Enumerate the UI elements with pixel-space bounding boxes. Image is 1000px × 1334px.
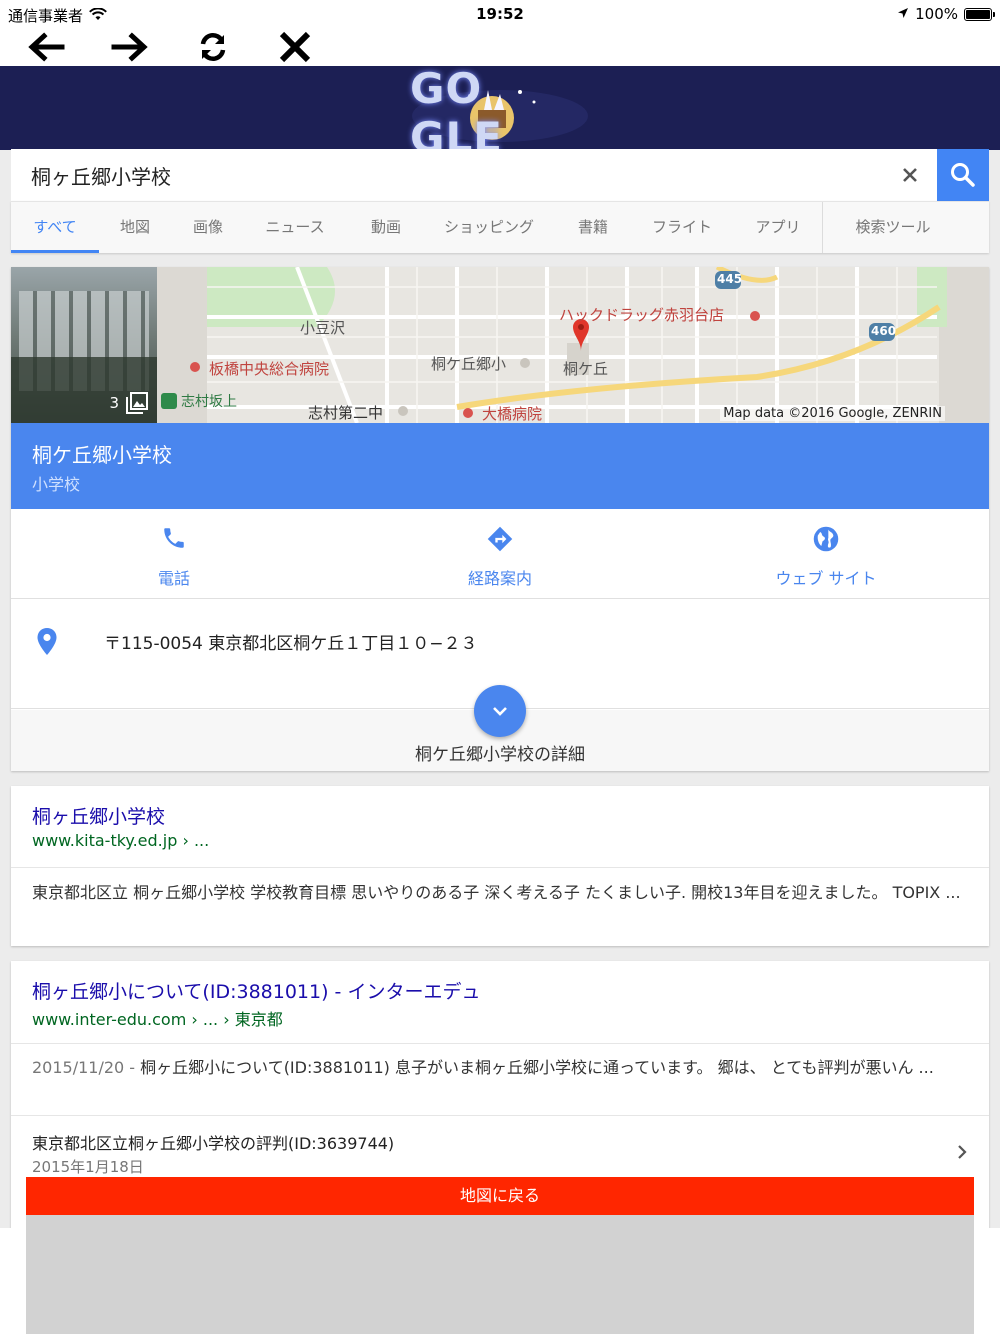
related-thread-title: 東京都北区立桐ヶ丘郷小学校の評判(ID:3639744) xyxy=(32,1134,395,1153)
tab-videos[interactable]: 動画 xyxy=(353,202,419,253)
tab-apps[interactable]: アプリ xyxy=(741,202,815,253)
tab-all[interactable]: すべて xyxy=(11,202,99,253)
map-label-station: 志村坂上 xyxy=(181,394,237,410)
website-label: ウェブ サイト xyxy=(775,569,877,588)
result-url[interactable]: www.kita-tky.ed.jp › ... xyxy=(32,831,209,850)
bottom-panel xyxy=(26,1215,974,1334)
directions-button[interactable]: 経路案内 xyxy=(337,509,663,599)
result-title-link[interactable]: 桐ヶ丘郷小学校 xyxy=(32,802,165,829)
tab-separator xyxy=(822,202,823,253)
address-text: 〒115-0054 東京都北区桐ケ丘１丁目１０−２３ xyxy=(104,634,478,654)
chevron-down-icon xyxy=(493,707,507,716)
google-header: GO GLE xyxy=(0,64,1000,162)
photo-gallery-icon xyxy=(126,392,148,414)
browser-toolbar xyxy=(0,28,1000,66)
tab-search-tools[interactable]: 検索ツール xyxy=(841,202,945,253)
footer-margin-right xyxy=(974,1228,1000,1334)
search-button[interactable] xyxy=(937,149,989,201)
map-label-school: 桐ケ丘郷小 xyxy=(431,355,507,373)
map-route-445: 445 xyxy=(717,272,743,286)
expand-button[interactable] xyxy=(474,685,526,737)
phone-icon xyxy=(11,525,337,551)
result-divider xyxy=(11,1043,989,1044)
map-preview[interactable]: 小豆沢 板橋中央総合病院 志村坂上 志村第二中 大橋病院 桐ケ丘郷小 桐ケ丘 ハ… xyxy=(157,267,989,423)
tab-news[interactable]: ニュース xyxy=(253,202,337,253)
clock: 19:52 xyxy=(476,5,524,23)
map-roads xyxy=(157,267,989,423)
related-thread-row[interactable]: 東京都北区立桐ヶ丘郷小学校の評判(ID:3639744) 2015年1月18日 xyxy=(11,1116,989,1186)
result-snippet-text: 桐ヶ丘郷小について(ID:3881011) 息子がいま桐ヶ丘郷小学校に通っていま… xyxy=(140,1058,934,1077)
status-right: 100% xyxy=(897,5,995,23)
photo-count: 3 xyxy=(109,391,149,415)
knowledge-title-bar: 桐ケ丘郷小学校 小学校 xyxy=(11,423,989,509)
result-date: 2015/11/20 - xyxy=(32,1058,141,1077)
tab-flights[interactable]: フライト xyxy=(641,202,723,253)
map-label-hospital: 板橋中央総合病院 xyxy=(209,360,330,378)
battery-percent: 100% xyxy=(915,5,958,23)
google-doodle-logo[interactable]: GO GLE xyxy=(410,64,590,162)
clear-icon[interactable] xyxy=(897,162,923,188)
phone-button[interactable]: 電話 xyxy=(11,509,337,599)
map-label-azuki: 小豆沢 xyxy=(300,319,346,337)
globe-icon xyxy=(663,525,989,553)
tab-books[interactable]: 書籍 xyxy=(561,202,625,253)
map-attribution: Map data ©2016 Google, ZENRIN xyxy=(720,406,945,421)
location-pin-icon xyxy=(36,627,58,661)
map-label-kirigaoka: 桐ケ丘 xyxy=(563,360,609,378)
battery-fill xyxy=(966,9,990,19)
map-label-drugstore: ハックドラッグ赤羽台店 xyxy=(559,306,725,324)
map-route-460: 460 xyxy=(871,324,897,338)
knowledge-card: 3 小豆沢 板橋中央総合病院 志村坂上 志村第二中 大橋病院 桐ケ丘郷小 桐ケ丘… xyxy=(11,267,989,771)
result-snippet: 東京都北区立 桐ヶ丘郷小学校 学校教育目標 思いやりのある子 深く考える子 たく… xyxy=(32,883,961,902)
location-arrow-icon xyxy=(897,5,909,23)
school-photo[interactable]: 3 xyxy=(11,267,157,423)
directions-icon xyxy=(337,525,663,553)
details-label: 桐ケ丘郷小学校の詳細 xyxy=(415,745,585,765)
doodle-text: GO GLE xyxy=(410,64,503,162)
chevron-right-icon xyxy=(957,1144,967,1164)
tab-maps[interactable]: 地図 xyxy=(103,202,167,253)
battery-icon xyxy=(964,7,995,21)
tab-shopping[interactable]: ショッピング xyxy=(435,202,543,253)
knowledge-actions: 電話 経路案内 ウェブ サイト xyxy=(11,509,989,599)
result-url[interactable]: www.inter-edu.com › ... › 東京都 xyxy=(32,1006,283,1030)
photo-count-number: 3 xyxy=(109,394,119,412)
back-to-map-button[interactable]: 地図に戻る xyxy=(26,1177,974,1215)
search-result: 桐ヶ丘郷小学校 www.kita-tky.ed.jp › ... 東京都北区立 … xyxy=(11,786,989,946)
status-bar: 通信事業者 19:52 100% xyxy=(0,0,1000,28)
back-arrow-icon[interactable] xyxy=(24,28,68,66)
refresh-icon[interactable] xyxy=(191,28,235,66)
phone-label: 電話 xyxy=(157,569,190,588)
result-snippet: 2015/11/20 - 桐ヶ丘郷小について(ID:3881011) 息子がいま… xyxy=(32,1055,967,1081)
directions-label: 経路案内 xyxy=(467,569,532,588)
map-label-junior-high: 志村第二中 xyxy=(308,404,384,422)
map-label-ohashi-hospital: 大橋病院 xyxy=(482,405,543,423)
close-icon[interactable] xyxy=(273,28,317,66)
knowledge-title: 桐ケ丘郷小学校 xyxy=(32,443,172,467)
search-tabs: すべて 地図 画像 ニュース 動画 ショッピング 書籍 フライト アプリ 検索ツ… xyxy=(11,201,989,253)
knowledge-subtitle: 小学校 xyxy=(32,475,81,494)
tab-images[interactable]: 画像 xyxy=(175,202,241,253)
search-icon xyxy=(951,163,975,187)
forward-arrow-icon[interactable] xyxy=(108,28,152,66)
website-button[interactable]: ウェブ サイト xyxy=(663,509,989,599)
result-title-link[interactable]: 桐ヶ丘郷小について(ID:3881011) - インターエデュ xyxy=(32,977,480,1004)
result-divider xyxy=(11,867,989,868)
footer-margin-left xyxy=(0,1228,26,1334)
search-bar xyxy=(11,149,989,201)
related-thread-date: 2015年1月18日 xyxy=(32,1158,144,1176)
search-input[interactable] xyxy=(11,149,881,201)
